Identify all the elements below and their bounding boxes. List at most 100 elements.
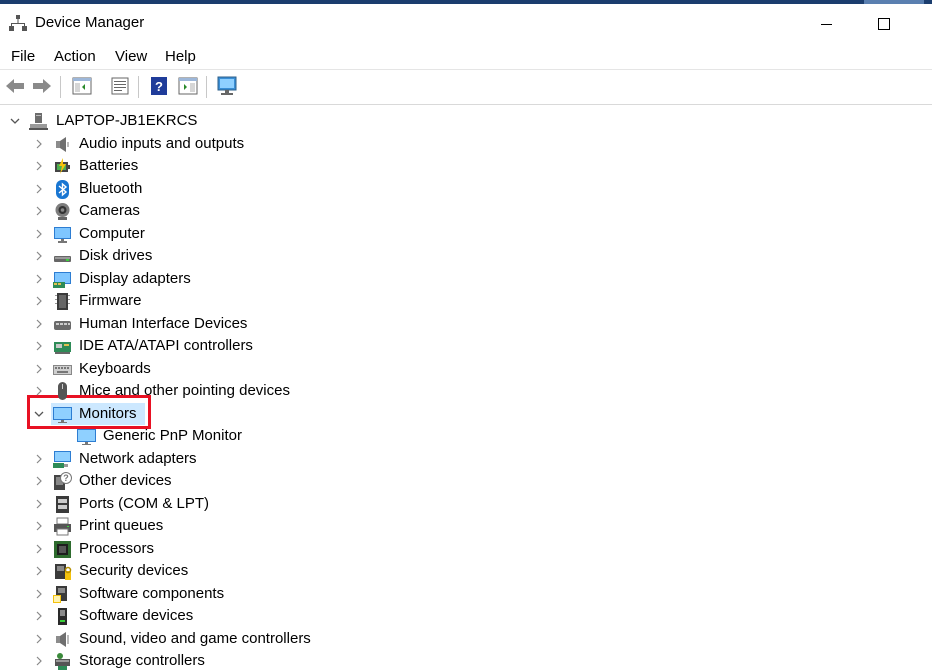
chevron-right-icon[interactable] <box>32 609 46 623</box>
back-button[interactable] <box>4 75 26 97</box>
tree-item-storage-controllers[interactable]: Storage controllers <box>0 650 932 672</box>
disk-drive-icon <box>54 256 71 262</box>
tree-item-generic-pnp-monitor[interactable]: Generic PnP Monitor <box>0 425 932 447</box>
sound-controller-icon <box>56 631 69 647</box>
action-pane-button[interactable] <box>177 75 199 97</box>
tree-item-label: Bluetooth <box>79 179 143 197</box>
chevron-right-icon[interactable] <box>32 294 46 308</box>
tree-item-label: Keyboards <box>79 359 151 377</box>
tree-item-label: Software components <box>79 584 225 602</box>
tree-item-label: Human Interface Devices <box>79 314 248 332</box>
chevron-right-icon[interactable] <box>32 564 46 578</box>
tree-item-firmware[interactable]: Firmware <box>0 290 932 312</box>
tree-item-monitors[interactable]: Monitors <box>0 402 932 425</box>
chevron-right-icon[interactable] <box>32 474 46 488</box>
chevron-right-icon[interactable] <box>32 272 46 286</box>
chevron-right-icon[interactable] <box>32 519 46 533</box>
battery-icon <box>55 158 70 174</box>
chevron-right-icon[interactable] <box>32 632 46 646</box>
tree-item-label: Display adapters <box>79 269 191 287</box>
port-icon <box>56 495 69 513</box>
tree-item-cameras[interactable]: Cameras <box>0 200 932 222</box>
menu-action[interactable]: Action <box>54 48 96 65</box>
tree-item-other-devices[interactable]: ? Other devices <box>0 470 932 492</box>
tree-root[interactable]: LAPTOP-JB1EKRCS <box>0 110 932 132</box>
scan-hardware-button[interactable] <box>216 75 238 97</box>
help-button[interactable]: ? <box>148 75 170 97</box>
tree-item-software-devices[interactable]: Software devices <box>0 605 932 627</box>
toolbar-separator <box>206 76 207 98</box>
chevron-right-icon[interactable] <box>32 317 46 331</box>
tree-item-network-adapters[interactable]: Network adapters <box>0 448 932 470</box>
minimize-icon <box>820 23 832 25</box>
tree-root-label: LAPTOP-JB1EKRCS <box>56 112 198 129</box>
chevron-right-icon[interactable] <box>32 204 46 218</box>
title-bar: Device Manager <box>0 4 932 42</box>
properties-button[interactable] <box>109 75 131 97</box>
tree-item-label: Firmware <box>79 292 142 309</box>
chevron-right-icon[interactable] <box>32 182 46 196</box>
camera-icon <box>55 203 70 220</box>
hid-icon <box>54 320 71 330</box>
tree-item-label: Processors <box>79 539 155 557</box>
tree-item-audio-inputs-and-outputs[interactable]: Audio inputs and outputs <box>0 133 932 155</box>
maximize-button[interactable] <box>861 8 907 40</box>
chevron-right-icon[interactable] <box>32 339 46 353</box>
chevron-right-icon[interactable] <box>32 587 46 601</box>
tree-item-label: Audio inputs and outputs <box>79 134 245 152</box>
properties-icon <box>111 77 129 95</box>
firmware-icon <box>55 293 70 310</box>
speaker-icon <box>56 136 69 152</box>
forward-button[interactable] <box>31 75 53 97</box>
monitor-icon <box>77 429 96 445</box>
chevron-right-icon[interactable] <box>32 159 46 173</box>
monitor-icon <box>53 406 72 423</box>
display-adapter-icon <box>53 271 71 288</box>
tree-item-software-components[interactable]: Software components <box>0 583 932 605</box>
chevron-right-icon[interactable] <box>32 249 46 263</box>
tree-item-security-devices[interactable]: Security devices <box>0 560 932 582</box>
tree-item-print-queues[interactable]: Print queues <box>0 515 932 537</box>
chevron-right-icon[interactable] <box>32 384 46 398</box>
software-device-icon <box>58 608 67 625</box>
toolbar-separator <box>138 76 139 98</box>
tree-item-display-adapters[interactable]: Display adapters <box>0 268 932 290</box>
software-component-icon <box>53 585 67 603</box>
menu-file[interactable]: File <box>11 48 35 65</box>
chevron-down-icon[interactable] <box>32 407 46 421</box>
bluetooth-icon <box>56 179 69 199</box>
chevron-right-icon[interactable] <box>32 362 46 376</box>
tree-item-disk-drives[interactable]: Disk drives <box>0 245 932 267</box>
other-devices-icon: ? <box>54 472 72 490</box>
storage-controller-icon <box>55 653 70 670</box>
show-hide-console-tree-button[interactable] <box>71 75 93 97</box>
chevron-right-icon[interactable] <box>32 497 46 511</box>
tree-item-label: Generic PnP Monitor <box>103 427 242 444</box>
tree-item-computer[interactable]: Computer <box>0 223 932 245</box>
tree-item-label: Print queues <box>79 517 164 534</box>
show-hide-console-tree-icon <box>72 77 92 95</box>
tree-item-label: Security devices <box>79 562 189 579</box>
menu-view[interactable]: View <box>115 48 147 65</box>
menu-divider <box>0 69 932 70</box>
chevron-right-icon[interactable] <box>32 542 46 556</box>
tree-item-ide-ata-atapi-controllers[interactable]: IDE ATA/ATAPI controllers <box>0 335 932 357</box>
window-title: Device Manager <box>35 14 145 31</box>
tree-item-keyboards[interactable]: Keyboards <box>0 358 932 380</box>
tree-item-ports-com-lpt[interactable]: Ports (COM & LPT) <box>0 493 932 515</box>
tree-item-batteries[interactable]: Batteries <box>0 155 932 177</box>
mouse-icon <box>58 382 67 400</box>
tree-item-processors[interactable]: Processors <box>0 538 932 560</box>
tree-item-mice-and-other-pointing-devices[interactable]: Mice and other pointing devices <box>0 380 932 402</box>
chevron-right-icon[interactable] <box>32 654 46 668</box>
chevron-right-icon[interactable] <box>32 137 46 151</box>
chevron-right-icon[interactable] <box>32 452 46 466</box>
tree-item-bluetooth[interactable]: Bluetooth <box>0 178 932 200</box>
tree-item-human-interface-devices[interactable]: Human Interface Devices <box>0 313 932 335</box>
tree-item-sound-video-and-game-controllers[interactable]: Sound, video and game controllers <box>0 628 932 650</box>
chevron-down-icon[interactable] <box>8 114 22 128</box>
chevron-right-icon[interactable] <box>32 227 46 241</box>
toolbar-divider <box>0 104 932 105</box>
minimize-button[interactable] <box>803 8 849 40</box>
menu-help[interactable]: Help <box>165 48 196 65</box>
